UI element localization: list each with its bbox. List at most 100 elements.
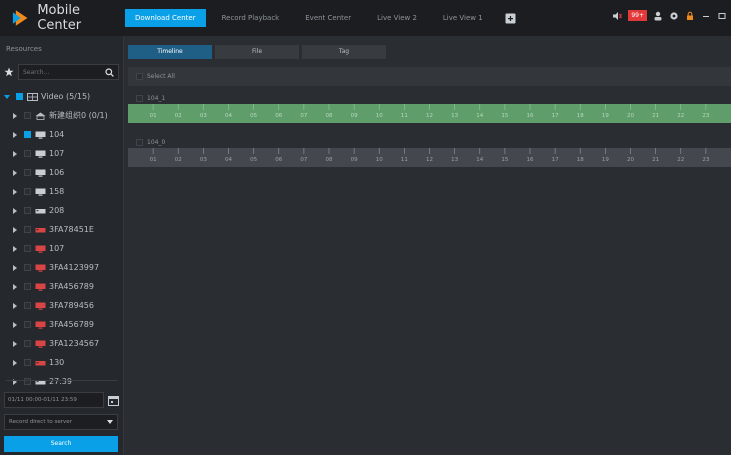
- caret-right-icon[interactable]: [12, 169, 18, 176]
- hour-label: 17: [551, 113, 559, 119]
- caret-right-icon[interactable]: [12, 226, 18, 233]
- hour-label: 15: [501, 113, 509, 119]
- resources-sidebar: Resources Search... Video (5/15) 新建组织0 (…: [0, 36, 124, 455]
- tree-node-video[interactable]: Video (5/15): [0, 87, 124, 106]
- tree-checkbox[interactable]: [16, 93, 23, 100]
- hour-label: 22: [677, 113, 685, 119]
- tree-checkbox[interactable]: [24, 169, 31, 176]
- hour-label: 11: [400, 157, 408, 163]
- tree-node-104[interactable]: 104: [0, 125, 124, 144]
- caret-right-icon[interactable]: [12, 112, 18, 119]
- tree-node-208[interactable]: 208: [0, 201, 124, 220]
- speaker-icon[interactable]: [612, 11, 623, 21]
- recorder-red-icon: [35, 227, 46, 232]
- add-tab-icon[interactable]: [505, 13, 516, 24]
- tree-checkbox[interactable]: [24, 188, 31, 195]
- hour-label: 08: [325, 113, 333, 119]
- timeline-bar[interactable]: 01 02 03 04 05 06 07 08 09 10 11 12 13 14 15 16 17 18 19 20…: [128, 148, 731, 167]
- hour-label: 04: [225, 157, 232, 163]
- tab-event-center[interactable]: Event Center: [295, 9, 361, 27]
- hour-label: 06: [275, 113, 283, 119]
- caret-right-icon[interactable]: [12, 207, 18, 214]
- minimize-icon[interactable]: [701, 11, 711, 21]
- hour-label: 08: [325, 157, 333, 163]
- timeline-bar[interactable]: 01 02 03 04 05 06 07 08 09 10 11 12 13 14 15 16 17 18 19 20…: [128, 104, 731, 123]
- search-icon[interactable]: [105, 67, 114, 77]
- user-icon[interactable]: [653, 11, 663, 21]
- channel-checkbox[interactable]: [136, 94, 143, 102]
- caret-down-icon[interactable]: [4, 94, 10, 100]
- search-button[interactable]: Search: [4, 436, 118, 452]
- tree-checkbox[interactable]: [24, 245, 31, 252]
- view-tabs: Timeline File Tag: [128, 45, 389, 59]
- select-all-checkbox[interactable]: [136, 73, 143, 80]
- search-input[interactable]: [23, 68, 105, 76]
- tab-live-view-2[interactable]: Live View 2: [367, 9, 427, 27]
- tree-checkbox[interactable]: [24, 131, 31, 138]
- tree-checkbox[interactable]: [24, 226, 31, 233]
- tree-checkbox[interactable]: [24, 283, 31, 290]
- hour-label: 06: [275, 157, 283, 163]
- tree-node-label: 3FA789456: [49, 301, 94, 310]
- star-icon[interactable]: [4, 67, 14, 77]
- tree-node-106[interactable]: 106: [0, 163, 124, 182]
- hour-label: 18: [576, 157, 584, 163]
- tree-node-label: 107: [49, 244, 65, 253]
- tree-node-3fa456789b[interactable]: 3FA456789: [0, 315, 124, 334]
- alarm-badge[interactable]: 99+: [628, 10, 647, 21]
- date-range-field[interactable]: 01/11 00:00-01/11 23:59: [4, 392, 104, 408]
- tree-node-130[interactable]: 130: [0, 353, 124, 372]
- lock-icon[interactable]: [685, 11, 695, 21]
- record-source-select[interactable]: Record direct to server: [4, 414, 118, 430]
- caret-right-icon[interactable]: [12, 340, 18, 347]
- tree-checkbox[interactable]: [24, 340, 31, 347]
- tree-node-label: 3FA456789: [49, 320, 94, 329]
- monitor-red-icon: [35, 321, 46, 329]
- caret-right-icon[interactable]: [12, 321, 18, 328]
- select-all-row[interactable]: Select All: [128, 67, 731, 86]
- tree-node-label: 104: [49, 130, 65, 139]
- tree-checkbox[interactable]: [24, 207, 31, 214]
- tree-checkbox[interactable]: [24, 359, 31, 366]
- tree-checkbox[interactable]: [24, 321, 31, 328]
- tree-node-3fa789456[interactable]: 3FA789456: [0, 296, 124, 315]
- tab-live-view-1[interactable]: Live View 1: [433, 9, 493, 27]
- gear-icon[interactable]: [669, 11, 679, 21]
- tree-node-107[interactable]: 107: [0, 144, 124, 163]
- tree-node-107b[interactable]: 107: [0, 239, 124, 258]
- tab-download-center[interactable]: Download Center: [125, 9, 206, 27]
- caret-right-icon[interactable]: [12, 283, 18, 290]
- hour-label: 20: [627, 157, 634, 163]
- hour-label: 09: [350, 113, 358, 119]
- tab-file[interactable]: File: [215, 45, 299, 59]
- hour-label: 23: [702, 157, 710, 163]
- tree-node-3fa4123997[interactable]: 3FA4123997: [0, 258, 124, 277]
- hour-label: 14: [476, 113, 484, 119]
- caret-right-icon[interactable]: [12, 359, 18, 366]
- hour-label: 07: [300, 113, 308, 119]
- tab-timeline[interactable]: Timeline: [128, 45, 212, 59]
- tree-node-org[interactable]: 新建组织0 (0/1): [0, 106, 124, 125]
- caret-right-icon[interactable]: [12, 264, 18, 271]
- caret-right-icon[interactable]: [12, 131, 18, 138]
- caret-right-icon[interactable]: [12, 150, 18, 157]
- tree-checkbox[interactable]: [24, 264, 31, 271]
- tree-node-3fa78451e[interactable]: 3FA78451E: [0, 220, 124, 239]
- app-title: Mobile Center: [37, 3, 82, 33]
- tree-node-3fa456789[interactable]: 3FA456789: [0, 277, 124, 296]
- tab-record-playback[interactable]: Record Playback: [212, 9, 290, 27]
- tree-checkbox[interactable]: [24, 112, 31, 119]
- tree-checkbox[interactable]: [24, 302, 31, 309]
- caret-right-icon[interactable]: [12, 188, 18, 195]
- calendar-icon[interactable]: [108, 395, 119, 406]
- tree-node-3fa1234567[interactable]: 3FA1234567: [0, 334, 124, 353]
- maximize-icon[interactable]: [717, 11, 727, 21]
- caret-right-icon[interactable]: [12, 245, 18, 252]
- caret-right-icon[interactable]: [12, 302, 18, 309]
- tree-checkbox[interactable]: [24, 150, 31, 157]
- channel-checkbox[interactable]: [136, 138, 143, 146]
- tab-tag[interactable]: Tag: [302, 45, 386, 59]
- tree-node-158[interactable]: 158: [0, 182, 124, 201]
- hour-label: 16: [526, 113, 534, 119]
- hour-label: 10: [375, 113, 383, 119]
